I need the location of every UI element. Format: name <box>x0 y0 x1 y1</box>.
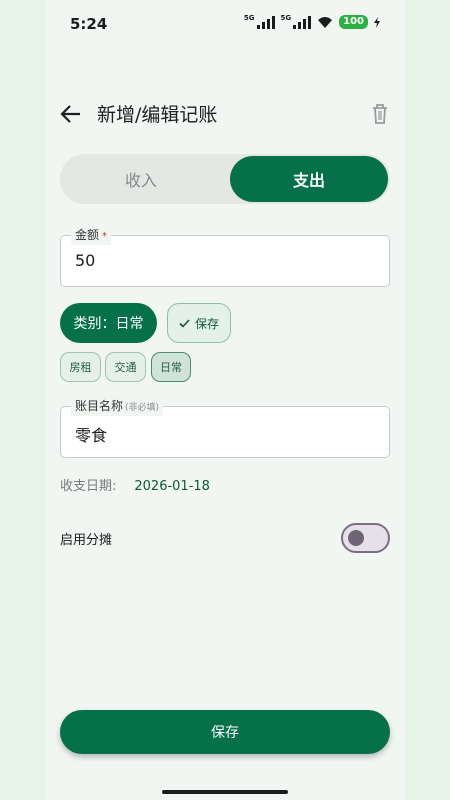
date-value[interactable]: 2026-01-18 <box>134 479 210 494</box>
check-icon <box>179 318 190 328</box>
wifi-icon <box>318 16 333 28</box>
save-category-chip[interactable]: 保存 <box>167 303 231 343</box>
delete-icon[interactable] <box>370 103 390 125</box>
save-button[interactable]: 保存 <box>60 710 390 754</box>
split-label: 启用分摊 <box>60 533 113 548</box>
category-chip-rent[interactable]: 房租 <box>60 352 101 382</box>
cellular-signal-icon: 5G <box>244 15 275 29</box>
optional-hint: (非必填) <box>125 403 160 413</box>
amount-field[interactable]: 金额 * 50 <box>60 227 390 287</box>
app-bar: 新增/编辑记账 <box>60 96 390 132</box>
split-toggle[interactable] <box>341 523 390 553</box>
cellular-signal-icon: 5G <box>281 15 312 29</box>
toggle-knob <box>348 530 364 546</box>
battery-icon: 100 <box>339 15 368 29</box>
status-icons: 5G 5G 100 <box>244 15 380 29</box>
account-name-input[interactable]: 零食 <box>75 422 107 446</box>
category-chip-transport[interactable]: 交通 <box>105 352 146 382</box>
date-label: 收支日期: <box>60 479 117 494</box>
back-arrow-icon[interactable] <box>60 104 82 124</box>
app-root: 5:24 5G 5G 100 新增/编辑记账 收入 支出 金额 * 50 类别：… <box>0 0 450 800</box>
account-name-field[interactable]: 账目名称 (非必填) 零食 <box>60 398 390 458</box>
clock: 5:24 <box>70 15 108 33</box>
charging-icon <box>374 16 380 28</box>
amount-input[interactable]: 50 <box>75 251 95 270</box>
page-title: 新增/编辑记账 <box>97 104 218 126</box>
amount-label: 金额 * <box>71 227 112 245</box>
required-mark: * <box>102 231 108 242</box>
date-row: 收支日期: 2026-01-18 <box>60 475 210 494</box>
segment-expense[interactable]: 支出 <box>230 156 388 202</box>
status-bar: 5:24 5G 5G 100 <box>0 0 450 44</box>
category-chip-daily[interactable]: 日常 <box>151 352 191 382</box>
category-button[interactable]: 类别：日常 <box>60 303 157 343</box>
segment-income[interactable]: 收入 <box>62 156 220 202</box>
home-indicator <box>162 790 288 794</box>
account-name-label: 账目名称 (非必填) <box>71 398 164 416</box>
type-segmented-control: 收入 支出 <box>60 154 390 204</box>
